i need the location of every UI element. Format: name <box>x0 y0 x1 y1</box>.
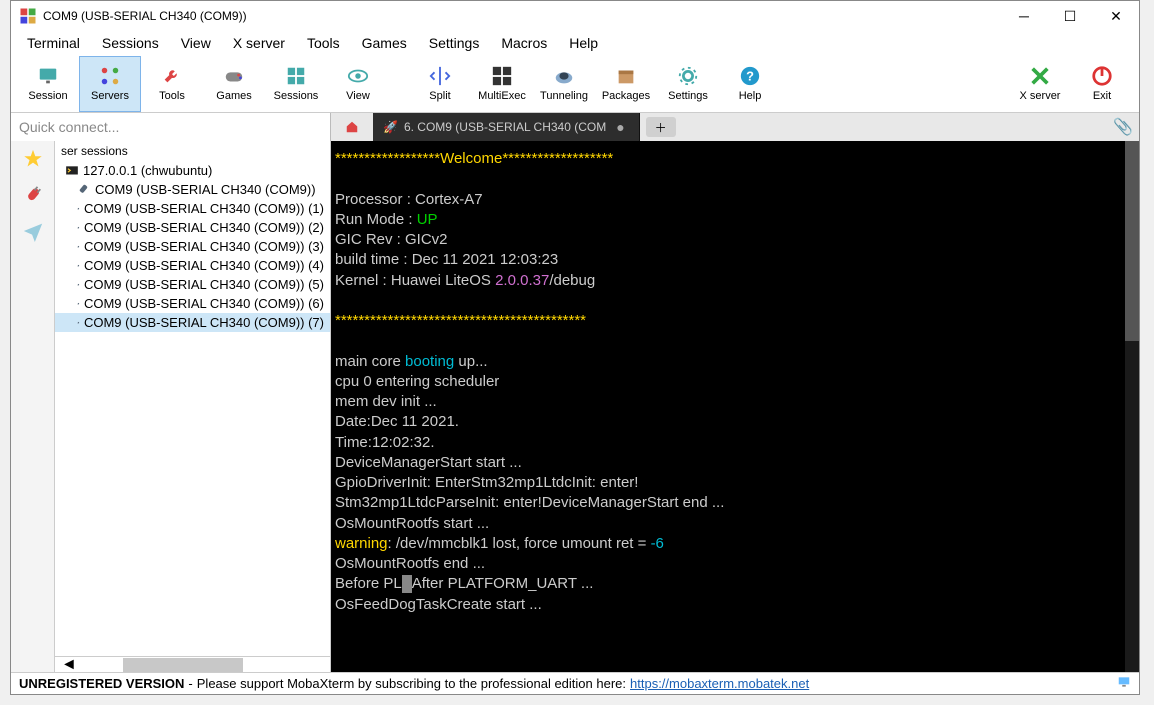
terminal-grid-icon <box>491 65 513 87</box>
scrollbar-thumb[interactable] <box>123 658 243 672</box>
terminal-vscrollbar[interactable] <box>1125 141 1139 672</box>
menubar: Terminal Sessions View X server Tools Ga… <box>11 31 1139 55</box>
sidebar-item-serial[interactable]: COM9 (USB-SERIAL CH340 (COM9)) (7) <box>55 313 330 332</box>
toolbar-help[interactable]: ?Help <box>719 56 781 112</box>
dots-icon <box>99 65 121 87</box>
gear-icon <box>677 65 699 87</box>
menu-sessions[interactable]: Sessions <box>92 33 169 53</box>
tab-active[interactable]: 🚀 6. COM9 (USB-SERIAL CH340 (COM ● <box>373 113 640 141</box>
tab-row: Quick connect... 🚀 6. COM9 (USB-SERIAL C… <box>11 113 1139 141</box>
sidebar-item-serial[interactable]: COM9 (USB-SERIAL CH340 (COM9)) (1) <box>55 199 330 218</box>
paperclip-icon[interactable]: 📎 <box>1113 117 1133 137</box>
left-tool-column <box>11 141 55 672</box>
sidebar-item-serial[interactable]: COM9 (USB-SERIAL CH340 (COM9)) (4) <box>55 256 330 275</box>
maximize-button[interactable]: ☐ <box>1047 1 1093 31</box>
main-row: ser sessions 127.0.0.1 (chwubuntu) COM9 … <box>11 141 1139 672</box>
menu-terminal[interactable]: Terminal <box>17 33 90 53</box>
close-button[interactable]: ✕ <box>1093 1 1139 31</box>
toolbar-tunneling[interactable]: Tunneling <box>533 56 595 112</box>
menu-view[interactable]: View <box>171 33 221 53</box>
menu-xserver[interactable]: X server <box>223 33 295 53</box>
xletter-icon <box>1029 65 1051 87</box>
toolbar-games[interactable]: Games <box>203 56 265 112</box>
tunnel-icon <box>553 65 575 87</box>
menu-macros[interactable]: Macros <box>491 33 557 53</box>
help-icon: ? <box>739 65 761 87</box>
grid-icon <box>285 65 307 87</box>
scrollbar-thumb[interactable] <box>1125 141 1139 341</box>
package-icon <box>615 65 637 87</box>
power-icon <box>1091 65 1113 87</box>
toolbar-exit[interactable]: Exit <box>1071 56 1133 112</box>
subscribe-link[interactable]: https://mobaxterm.mobatek.net <box>630 676 809 691</box>
menu-tools[interactable]: Tools <box>297 33 350 53</box>
toolbar-packages[interactable]: Packages <box>595 56 657 112</box>
sidebar-item-serial[interactable]: COM9 (USB-SERIAL CH340 (COM9)) (2) <box>55 218 330 237</box>
toolbar-servers[interactable]: Servers <box>79 56 141 112</box>
session-sidebar: ser sessions 127.0.0.1 (chwubuntu) COM9 … <box>55 141 331 672</box>
toolbar-session[interactable]: Session <box>17 56 79 112</box>
toolbar-sessions[interactable]: Sessions <box>265 56 327 112</box>
toolbar-tools[interactable]: Tools <box>141 56 203 112</box>
toolbar: Session Servers Tools Games Sessions Vie… <box>11 55 1139 113</box>
star-icon[interactable] <box>19 145 47 173</box>
plug-icon[interactable] <box>13 175 52 214</box>
eye-icon <box>347 65 369 87</box>
tab-close-icon[interactable]: ● <box>612 119 628 135</box>
unregistered-label: UNREGISTERED VERSION <box>19 676 184 691</box>
toolbar-view[interactable]: View <box>327 56 389 112</box>
sidebar-item-serial[interactable]: COM9 (USB-SERIAL CH340 (COM9)) <box>55 180 330 199</box>
app-window: COM9 (USB-SERIAL CH340 (COM9)) ─ ☐ ✕ Ter… <box>10 0 1140 695</box>
toolbar-settings[interactable]: Settings <box>657 56 719 112</box>
quickconnect-input[interactable]: Quick connect... <box>11 113 331 141</box>
sidebar-hscrollbar[interactable]: ◄ <box>55 656 330 672</box>
svg-text:?: ? <box>746 69 754 84</box>
toolbar-split[interactable]: Split <box>409 56 471 112</box>
sidebar-item-serial[interactable]: COM9 (USB-SERIAL CH340 (COM9)) (6) <box>55 294 330 313</box>
sidebar-item-serial[interactable]: COM9 (USB-SERIAL CH340 (COM9)) (5) <box>55 275 330 294</box>
menu-help[interactable]: Help <box>559 33 608 53</box>
monitor-icon <box>37 65 59 87</box>
window-title: COM9 (USB-SERIAL CH340 (COM9)) <box>43 9 1001 23</box>
paperplane-icon[interactable] <box>19 217 47 245</box>
tab-add-button[interactable]: ＋ <box>646 117 676 137</box>
menu-games[interactable]: Games <box>352 33 417 53</box>
sidebar-ssh-item[interactable]: 127.0.0.1 (chwubuntu) <box>55 161 330 180</box>
rocket-icon: 🚀 <box>383 120 398 134</box>
menu-settings[interactable]: Settings <box>419 33 490 53</box>
tab-label: 6. COM9 (USB-SERIAL CH340 (COM <box>404 120 606 134</box>
terminal[interactable]: ******************Welcome***************… <box>331 141 1139 672</box>
app-icon <box>19 7 37 25</box>
sidebar-item-serial[interactable]: COM9 (USB-SERIAL CH340 (COM9)) (3) <box>55 237 330 256</box>
split-icon <box>429 65 451 87</box>
tab-home[interactable] <box>331 113 373 141</box>
toolbar-multiexec[interactable]: MultiExec <box>471 56 533 112</box>
wrench-icon <box>161 65 183 87</box>
terminal-cursor <box>402 575 412 593</box>
statusbar: UNREGISTERED VERSION - Please support Mo… <box>11 672 1139 694</box>
gamepad-icon <box>223 65 245 87</box>
titlebar: COM9 (USB-SERIAL CH340 (COM9)) ─ ☐ ✕ <box>11 1 1139 31</box>
minimize-button[interactable]: ─ <box>1001 1 1047 31</box>
toolbar-xserver[interactable]: X server <box>1009 56 1071 112</box>
monitor-status-icon[interactable] <box>1117 675 1131 692</box>
sidebar-header: ser sessions <box>55 141 330 161</box>
